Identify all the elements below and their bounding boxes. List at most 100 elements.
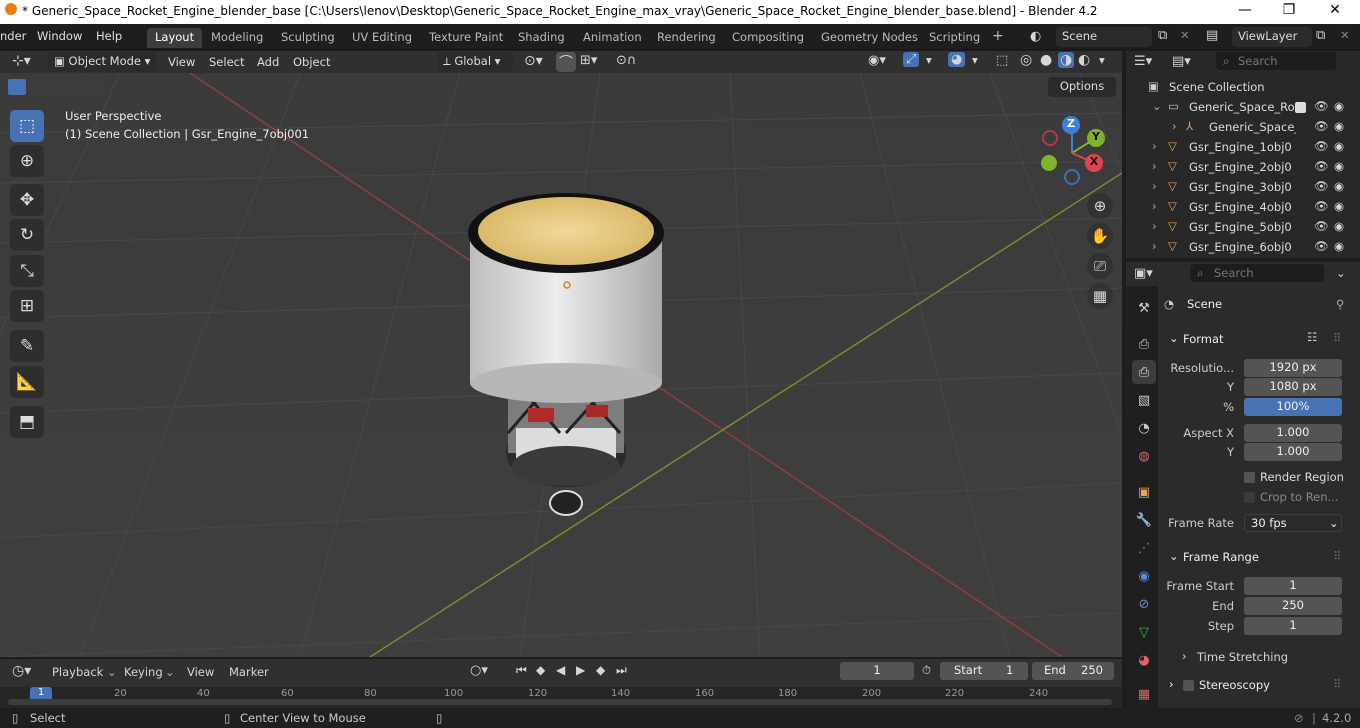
new-view-layer-icon[interactable]: ⧉ [1316, 28, 1325, 43]
measure-tool-icon[interactable]: 📐 [10, 366, 44, 398]
move-tool-icon[interactable]: ✥ [10, 184, 44, 216]
tab-modeling[interactable]: Modeling [203, 28, 271, 48]
add-workspace-button[interactable]: + [984, 26, 1012, 46]
play-reverse-icon[interactable]: ◀ [556, 663, 565, 677]
xray-toggle-icon[interactable]: ⬚ [996, 53, 1008, 68]
menu-add[interactable]: Add [257, 55, 279, 69]
render-camera-icon[interactable]: ◉ [1334, 239, 1344, 253]
render-camera-icon[interactable]: ◉ [1334, 99, 1344, 113]
expand-icon[interactable]: › [1172, 119, 1177, 133]
tab-animation[interactable]: Animation [575, 28, 650, 48]
properties-editor-icon[interactable]: ▣▾ [1134, 266, 1153, 281]
render-camera-icon[interactable]: ◉ [1334, 119, 1344, 133]
jump-end-icon[interactable]: ⏭ [616, 663, 627, 678]
menu-keying[interactable]: Keying [124, 665, 163, 679]
world-tab-icon[interactable]: ◍ [1132, 444, 1156, 468]
menu-marker[interactable]: Marker [229, 665, 269, 679]
select-subtract-icon[interactable] [47, 79, 65, 95]
rendered-shading-icon[interactable]: ◐ [1078, 52, 1090, 68]
outliner-row[interactable]: › ▽ Gsr_Engine_4obj0C 👁 ◉ [1126, 197, 1360, 217]
exclude-checkbox[interactable] [1295, 102, 1306, 113]
outliner-editor-icon[interactable]: ☰▾ [1134, 54, 1152, 69]
start-frame-field[interactable]: Start 1 [940, 662, 1028, 680]
frame-end-field[interactable]: 250 [1244, 597, 1342, 615]
menu-playback[interactable]: Playback [52, 665, 103, 679]
expand-icon[interactable]: › [1152, 139, 1157, 153]
expand-icon[interactable]: › [1152, 199, 1157, 213]
material-preview-shading-icon[interactable]: ◑ [1058, 52, 1075, 68]
outliner-scene-collection[interactable]: ▣ Scene Collection [1126, 77, 1360, 97]
scene-tab-icon[interactable]: ◔ [1132, 416, 1156, 440]
expand-icon[interactable]: › [1152, 219, 1157, 233]
select-box-tool-icon[interactable]: ⬚ [10, 110, 44, 142]
editor-type-icon[interactable]: ⊹▾ [12, 53, 31, 69]
rotate-tool-icon[interactable]: ↻ [10, 219, 44, 251]
modifier-tab-icon[interactable]: 🔧 [1132, 508, 1156, 532]
new-scene-icon[interactable]: ⧉ [1158, 28, 1167, 43]
frame-rate-dropdown[interactable]: 30 fps ⌄ [1244, 514, 1342, 532]
select-new-icon[interactable] [8, 79, 26, 95]
visibility-eye-icon[interactable]: 👁 [1314, 119, 1329, 133]
properties-options-icon[interactable]: ⌄ [1336, 266, 1346, 280]
frame-step-field[interactable]: 1 [1244, 617, 1342, 635]
gizmo-dropdown-icon[interactable]: ▾ [926, 53, 932, 67]
perspective-toggle-icon[interactable]: ▦ [1087, 283, 1113, 309]
output-tab-icon[interactable]: ⎙ [1132, 360, 1156, 384]
visibility-eye-icon[interactable]: 👁 [1314, 199, 1329, 213]
scale-tool-icon[interactable]: ⤡ [10, 255, 44, 287]
view-layer-field[interactable]: ViewLayer [1232, 27, 1312, 47]
select-difference-icon[interactable] [66, 79, 85, 95]
end-frame-field[interactable]: End 250 [1032, 662, 1114, 680]
menu-select[interactable]: Select [209, 55, 244, 69]
outliner-row[interactable]: › ▽ Gsr_Engine_2obj0C 👁 ◉ [1126, 157, 1360, 177]
outliner-collection-row[interactable]: ⌄ ▭ Generic_Space_Roc 👁 ◉ [1126, 97, 1360, 117]
current-frame-field[interactable]: 1 [840, 662, 914, 680]
visibility-eye-icon[interactable]: 👁 [1314, 239, 1329, 253]
render-camera-icon[interactable]: ◉ [1334, 139, 1344, 153]
expand-icon[interactable]: › [1152, 159, 1157, 173]
gizmo-y-label[interactable]: Y [1087, 129, 1105, 147]
overlays-dropdown-icon[interactable]: ▾ [972, 53, 978, 67]
annotate-tool-icon[interactable]: ✎ [10, 330, 44, 362]
resolution-percent-slider[interactable]: 100% [1244, 398, 1342, 416]
tab-uv-editing[interactable]: UV Editing [344, 28, 420, 48]
menu-view[interactable]: View [168, 55, 195, 69]
drag-handle-icon[interactable]: ⠿ [1333, 549, 1341, 563]
time-stretching-subpanel[interactable]: › Time Stretching [1182, 648, 1342, 666]
outliner-search-input[interactable]: Search [1216, 52, 1336, 70]
view-layer-icon[interactable]: ▤ [1206, 28, 1218, 43]
timeline-ruler[interactable]: 1 20 40 60 80 100 120 140 160 180 200 22… [0, 687, 1122, 708]
outliner-row[interactable]: › ▽ Gsr_Engine_1obj0C 👁 ◉ [1126, 137, 1360, 157]
jump-start-icon[interactable]: ⏮ [516, 663, 527, 678]
stopwatch-icon[interactable]: ⏱ [922, 663, 931, 678]
tab-compositing[interactable]: Compositing [724, 28, 812, 48]
expand-icon[interactable]: › [1152, 179, 1157, 193]
timeline-scrollbar[interactable] [8, 699, 1112, 705]
format-panel-header[interactable]: ⌄ Format ☷ ⠿ [1163, 328, 1353, 350]
add-cube-tool-icon[interactable]: ⬒ [10, 406, 44, 438]
outliner-row[interactable]: › ▽ Gsr_Engine_3obj0C 👁 ◉ [1126, 177, 1360, 197]
data-tab-icon[interactable]: ▽ [1132, 620, 1156, 644]
camera-view-icon[interactable]: ⎚ [1087, 253, 1113, 279]
wireframe-shading-icon[interactable]: ◎ [1020, 52, 1032, 68]
maximize-button[interactable]: ❐ [1279, 2, 1299, 18]
stereoscopy-panel-header[interactable]: › Stereoscopy ⠿ [1163, 674, 1353, 696]
scene-selector-icon[interactable]: ◐ [1030, 29, 1041, 44]
tab-rendering[interactable]: Rendering [649, 28, 724, 48]
pivot-point-icon[interactable]: ⊙▾ [524, 53, 543, 69]
menu-help[interactable]: Help [96, 29, 122, 43]
snap-target-icon[interactable]: ⊞▾ [580, 53, 597, 68]
visibility-icon[interactable]: ◉▾ [868, 53, 886, 68]
transform-orientation-dropdown[interactable]: ⟂ Global ▾ [437, 52, 513, 72]
mode-dropdown[interactable]: ▣ Object Mode ▾ [48, 52, 156, 72]
tab-texture-paint[interactable]: Texture Paint [421, 28, 511, 48]
constraints-tab-icon[interactable]: ⊘ [1132, 592, 1156, 616]
play-icon[interactable]: ▶ [576, 663, 585, 677]
material-tab-icon[interactable]: ◕ [1132, 648, 1156, 672]
auto-keying-icon[interactable]: ○▾ [470, 663, 488, 678]
physics-tab-icon[interactable]: ◉ [1132, 564, 1156, 588]
aspect-x-field[interactable]: 1.000 [1244, 424, 1342, 442]
tab-layout[interactable]: Layout [147, 28, 203, 48]
presets-icon[interactable]: ☷ [1307, 330, 1317, 344]
gizmo-toggle-icon[interactable]: ⤢ [903, 52, 920, 67]
